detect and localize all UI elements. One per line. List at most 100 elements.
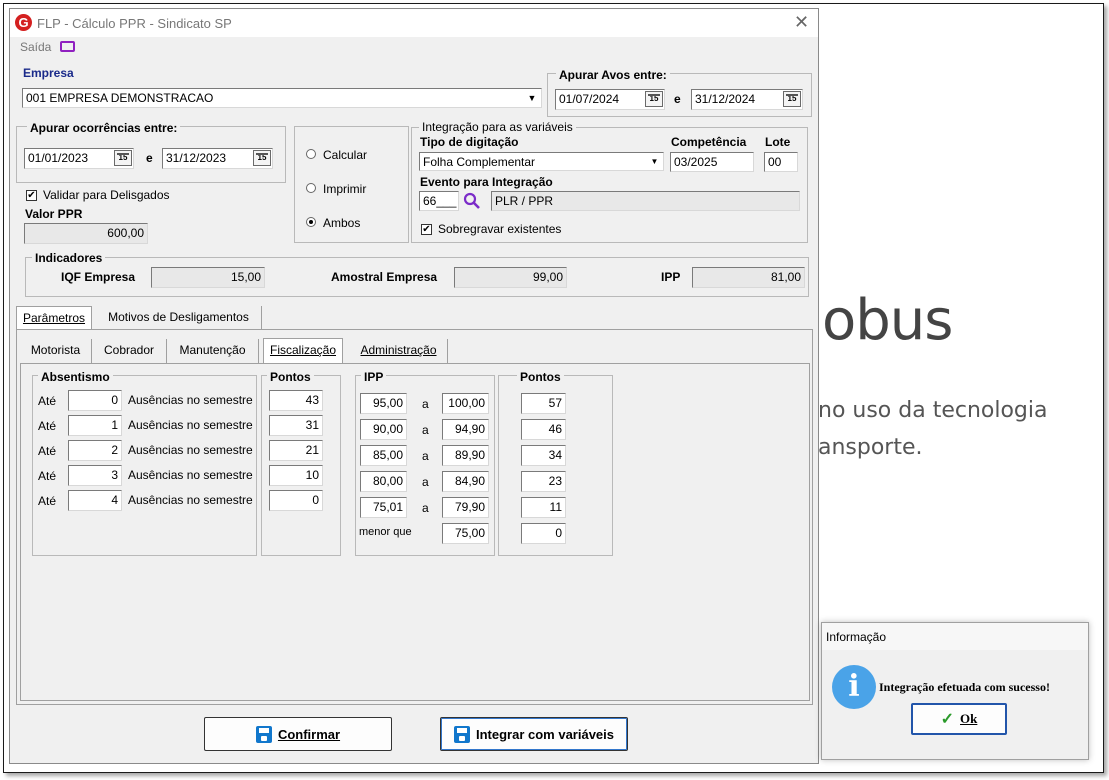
chevron-down-icon[interactable]: ▼ [648, 154, 661, 169]
subtab-cobrador[interactable]: Cobrador [92, 339, 167, 363]
ipp-row-to[interactable]: 94,90 [442, 419, 489, 440]
ipp-title: IPP [361, 370, 387, 384]
empresa-select[interactable]: 001 EMPRESA DEMONSTRACAO ▼ [22, 88, 542, 108]
radio-ambos[interactable] [306, 217, 316, 227]
info-dialog: Informação i Integração efetuada com suc… [821, 622, 1089, 760]
chevron-down-icon[interactable]: ▼ [525, 90, 539, 106]
subtab-fiscalizacao[interactable]: Fiscalização [263, 338, 343, 364]
abs-row-pontos[interactable]: 21 [269, 440, 323, 461]
evento-code-field[interactable]: 66___ [419, 191, 459, 211]
valor-ppr-field: 600,00 [24, 223, 148, 244]
ipp-row-sep: a [422, 397, 429, 411]
empresa-label: Empresa [23, 66, 74, 80]
subtab-motorista[interactable]: Motorista [20, 339, 92, 363]
competencia-field[interactable]: 03/2025 [670, 152, 754, 172]
lote-label: Lote [765, 135, 791, 149]
absentismo-pontos-title: Pontos [267, 370, 314, 384]
ipp-menor-pontos[interactable]: 0 [521, 523, 566, 544]
ipp-row-to[interactable]: 100,00 [442, 393, 489, 414]
exit-label[interactable]: Saída [20, 40, 51, 54]
ipp-row-from[interactable]: 90,00 [360, 419, 407, 440]
abs-row-pontos[interactable]: 0 [269, 490, 323, 511]
avos-label: Apurar Avos entre: [556, 68, 670, 82]
abs-row-pontos[interactable]: 31 [269, 415, 323, 436]
sobregravar-checkbox[interactable]: ✔ [421, 224, 432, 235]
close-icon[interactable]: ✕ [794, 12, 809, 33]
main-window: G FLP - Cálculo PPR - Sindicato SP ✕ Saí… [9, 8, 819, 764]
info-dialog-title: Informação [826, 630, 887, 644]
calendar-icon[interactable]: 15 [114, 150, 132, 166]
radio-calcular-label: Calcular [323, 148, 368, 162]
ipp-row-pontos[interactable]: 57 [521, 393, 566, 414]
iqf-label: IQF Empresa [61, 270, 136, 284]
ipp-row-to[interactable]: 89,90 [442, 445, 489, 466]
validar-checkbox[interactable]: ✔ [26, 190, 37, 201]
abs-row-pontos[interactable]: 43 [269, 390, 323, 411]
competencia-label: Competência [671, 135, 747, 149]
radio-imprimir-label: Imprimir [323, 182, 367, 196]
confirmar-button[interactable]: Confirmar [204, 717, 392, 751]
search-icon[interactable] [463, 192, 481, 210]
abs-row-prefix: Até [38, 494, 57, 508]
ipp-row-from[interactable]: 95,00 [360, 393, 407, 414]
abs-row-text: Ausências no semestre [128, 443, 253, 457]
abs-row-prefix: Até [38, 394, 57, 408]
abs-row-prefix: Até [38, 419, 57, 433]
ipp-row-from[interactable]: 75,01 [360, 497, 407, 518]
integrar-button[interactable]: Integrar com variáveis [440, 717, 628, 751]
ipp-row-pontos[interactable]: 46 [521, 419, 566, 440]
radio-imprimir[interactable] [306, 183, 316, 193]
tipo-select[interactable]: Folha Complementar ▼ [419, 152, 664, 171]
ipp-row-sep: a [422, 475, 429, 489]
absentismo-title: Absentismo [38, 370, 113, 384]
abs-row-prefix: Até [38, 469, 57, 483]
empresa-value: 001 EMPRESA DEMONSTRACAO [26, 91, 214, 105]
ipp-row-pontos[interactable]: 34 [521, 445, 566, 466]
subtab-administracao[interactable]: Administração [350, 339, 448, 363]
evento-desc-field: PLR / PPR [491, 191, 800, 211]
radio-ambos-label: Ambos [323, 216, 361, 230]
checkmark-icon: ✓ [940, 711, 955, 728]
window-title: FLP - Cálculo PPR - Sindicato SP [37, 16, 232, 31]
abs-row-value[interactable]: 4 [68, 490, 122, 511]
tab-parametros[interactable]: Parâmetros [16, 306, 92, 330]
tab-motivos[interactable]: Motivos de Desligamentos [96, 306, 262, 329]
ipp-row-from[interactable]: 80,00 [360, 471, 407, 492]
bg-text-2: ansporte. [818, 435, 923, 460]
evento-label: Evento para Integração [420, 175, 553, 189]
save-icon [255, 725, 272, 743]
ipp-row-from[interactable]: 85,00 [360, 445, 407, 466]
ok-button[interactable]: ✓ Ok [911, 703, 1007, 735]
exit-icon[interactable] [60, 41, 75, 52]
info-dialog-titlebar: Informação [822, 623, 1088, 650]
abs-row-value[interactable]: 3 [68, 465, 122, 486]
avos-sep: e [674, 92, 681, 106]
ipp-row-sep: a [422, 501, 429, 515]
calendar-icon[interactable]: 15 [645, 91, 663, 107]
info-icon: i [832, 665, 876, 709]
ipp-row-pontos[interactable]: 11 [521, 497, 566, 518]
ipp-row-to[interactable]: 84,90 [442, 471, 489, 492]
abs-row-value[interactable]: 2 [68, 440, 122, 461]
ipp-label: IPP [661, 270, 681, 284]
abs-row-text: Ausências no semestre [128, 468, 253, 482]
calendar-icon[interactable]: 15 [253, 150, 271, 166]
radio-calcular[interactable] [306, 149, 316, 159]
amostral-label: Amostral Empresa [331, 270, 438, 284]
calendar-icon[interactable]: 15 [783, 91, 801, 107]
ipp-row-sep: a [422, 449, 429, 463]
abs-row-text: Ausências no semestre [128, 418, 253, 432]
sobregravar-label: Sobregravar existentes [438, 222, 562, 236]
ipp-row-to[interactable]: 79,90 [442, 497, 489, 518]
ipp-row-pontos[interactable]: 23 [521, 471, 566, 492]
abs-row-value[interactable]: 1 [68, 415, 122, 436]
ipp-menor-label: menor que [359, 526, 412, 538]
bg-text-1: no uso da tecnologia [818, 398, 1048, 423]
ipp-menor-value[interactable]: 75,00 [442, 523, 489, 544]
app-logo-icon: G [15, 14, 32, 31]
ocorrencias-label: Apurar ocorrências entre: [27, 121, 181, 135]
abs-row-value[interactable]: 0 [68, 390, 122, 411]
lote-field[interactable]: 00 [764, 152, 798, 172]
abs-row-pontos[interactable]: 10 [269, 465, 323, 486]
subtab-manutencao[interactable]: Manutenção [167, 339, 259, 363]
